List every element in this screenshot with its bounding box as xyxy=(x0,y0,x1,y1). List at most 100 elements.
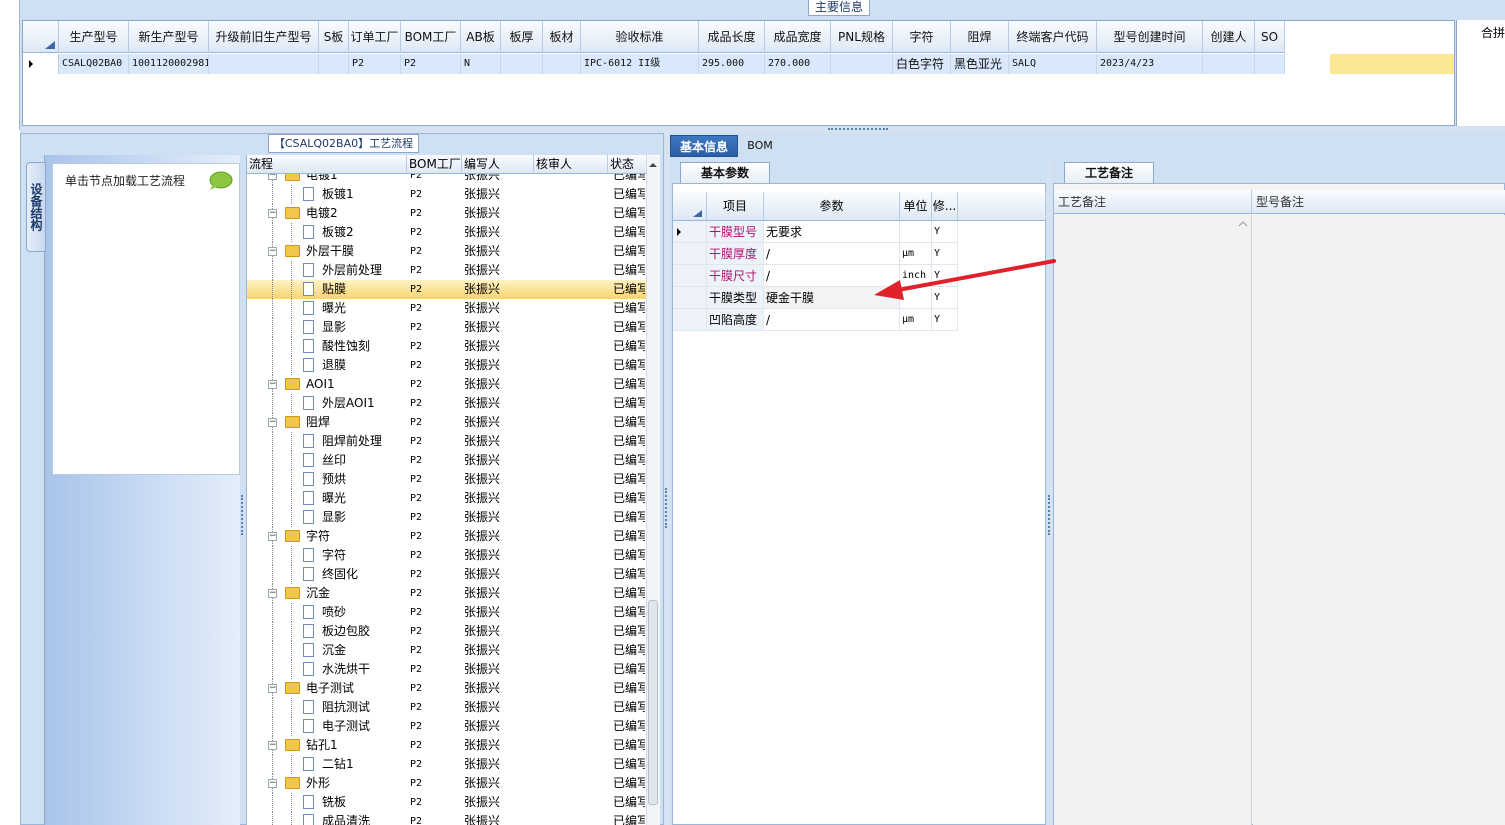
grid-cell[interactable] xyxy=(1203,54,1255,74)
flow-tab[interactable]: 【CSALQ02BA0】工艺流程 xyxy=(268,134,419,153)
param-col-header[interactable]: 参数 xyxy=(764,192,900,221)
col-header[interactable]: 生产型号 xyxy=(59,21,129,53)
col-header[interactable]: 验收标准 xyxy=(581,21,699,53)
process-notes-body[interactable] xyxy=(1054,215,1252,825)
collapse-icon[interactable]: − xyxy=(268,684,277,693)
col-header[interactable]: 成品长度 xyxy=(699,21,765,53)
col-header[interactable]: SO xyxy=(1255,21,1285,53)
col-header[interactable]: AB板 xyxy=(461,21,501,53)
tree-node[interactable]: − 电子测试 P2 张振兴 已编写 xyxy=(247,679,647,698)
grid-cell[interactable] xyxy=(1255,54,1285,74)
col-header[interactable]: 阻焊 xyxy=(951,21,1009,53)
row-indicator[interactable] xyxy=(23,54,59,74)
tree-node[interactable]: − 电镀1 P2 张振兴 已编写 xyxy=(247,174,647,185)
tab-basic-info[interactable]: 基本信息 xyxy=(670,135,738,157)
grid-cell[interactable]: P2 xyxy=(349,54,401,74)
process-notes-header[interactable]: 工艺备注 xyxy=(1054,190,1252,214)
tree-node[interactable]: 二钻1 P2 张振兴 已编写 xyxy=(247,755,647,774)
tree-node[interactable]: 酸性蚀刻 P2 张振兴 已编写 xyxy=(247,337,647,356)
param-row-indicator[interactable] xyxy=(673,287,707,309)
structure-tab[interactable]: 设备结构 xyxy=(26,162,46,252)
tree-node[interactable]: 曝光 P2 张振兴 已编写 xyxy=(247,489,647,508)
tree-node[interactable]: 预烘 P2 张振兴 已编写 xyxy=(247,470,647,489)
tree-col-header[interactable]: 编写人 xyxy=(462,155,534,174)
collapse-icon[interactable]: − xyxy=(268,380,277,389)
tree-col-header[interactable]: 状态 xyxy=(608,155,647,174)
scroll-up-icon[interactable] xyxy=(647,159,659,171)
left-grip[interactable] xyxy=(241,495,244,535)
tree-node[interactable]: 外层前处理 P2 张振兴 已编写 xyxy=(247,261,647,280)
tree-node[interactable]: 铣板 P2 张振兴 已编写 xyxy=(247,793,647,812)
param-col-header[interactable]: 单位 xyxy=(900,192,932,221)
collapse-icon[interactable]: − xyxy=(268,589,277,598)
param-col-header[interactable]: 项目 xyxy=(707,192,764,221)
param-row-indicator[interactable] xyxy=(673,243,707,265)
param-row-indicator[interactable] xyxy=(673,221,707,243)
tree-col-header[interactable]: 流程 xyxy=(247,155,407,174)
tab-basic-params[interactable]: 基本参数 xyxy=(680,162,770,183)
collapse-icon[interactable]: − xyxy=(268,174,277,180)
param-row-indicator[interactable] xyxy=(673,265,707,287)
model-notes-header[interactable]: 型号备注 xyxy=(1252,190,1505,214)
tree-node[interactable]: 喷砂 P2 张振兴 已编写 xyxy=(247,603,647,622)
tree-node[interactable]: 终固化 P2 张振兴 已编写 xyxy=(247,565,647,584)
tree-node[interactable]: 板边包胶 P2 张振兴 已编写 xyxy=(247,622,647,641)
col-header[interactable]: BOM工厂 xyxy=(401,21,461,53)
tree-node[interactable]: 成品清洗 P2 张振兴 已编写 xyxy=(247,812,647,825)
grid-cell[interactable]: 2023/4/23 xyxy=(1097,54,1203,74)
tree-node[interactable]: − AOI1 P2 张振兴 已编写 xyxy=(247,375,647,394)
collapse-icon[interactable]: − xyxy=(268,209,277,218)
col-header[interactable]: 新生产型号 xyxy=(129,21,209,53)
grid-cell[interactable] xyxy=(209,54,319,74)
tree-node[interactable]: 阻焊前处理 P2 张振兴 已编写 xyxy=(247,432,647,451)
tree-node[interactable]: 退膜 P2 张振兴 已编写 xyxy=(247,356,647,375)
tree-node[interactable]: 丝印 P2 张振兴 已编写 xyxy=(247,451,647,470)
grid-cell[interactable]: 295.000 xyxy=(699,54,765,74)
tree-node[interactable]: 曝光 P2 张振兴 已编写 xyxy=(247,299,647,318)
collapse-icon[interactable]: − xyxy=(268,532,277,541)
tree-node[interactable]: 外层AOI1 P2 张振兴 已编写 xyxy=(247,394,647,413)
tree-node[interactable]: 水洗烘干 P2 张振兴 已编写 xyxy=(247,660,647,679)
grid-cell[interactable]: IPC-6012 II级 xyxy=(581,54,699,74)
grid-cell[interactable]: SALQ xyxy=(1009,54,1097,74)
tab-process-notes[interactable]: 工艺备注 xyxy=(1064,162,1154,183)
grid-cell[interactable]: 270.000 xyxy=(765,54,831,74)
tree-col-header[interactable]: 核审人 xyxy=(534,155,608,174)
col-header[interactable]: 订单工厂 xyxy=(349,21,401,53)
grid-cell[interactable]: P2 xyxy=(401,54,461,74)
grid-cell[interactable] xyxy=(319,54,349,74)
collapse-icon[interactable]: − xyxy=(268,779,277,788)
col-header[interactable]: 板厚 xyxy=(501,21,543,53)
tree-node[interactable]: − 字符 P2 张振兴 已编写 xyxy=(247,527,647,546)
collapse-icon[interactable]: − xyxy=(268,741,277,750)
tree-node[interactable]: 电子测试 P2 张振兴 已编写 xyxy=(247,717,647,736)
tree-scroll-thumb[interactable] xyxy=(648,600,658,805)
params-corner[interactable] xyxy=(673,192,707,221)
scroll-up-icon[interactable] xyxy=(1237,219,1249,229)
tree-node[interactable]: 显影 P2 张振兴 已编写 xyxy=(247,318,647,337)
param-cell-value[interactable]: / xyxy=(764,309,900,331)
grid-cell[interactable]: CSALQ02BA0 xyxy=(59,54,129,74)
main-info-tab[interactable]: 主要信息 xyxy=(808,0,870,16)
param-col-header[interactable]: 修... xyxy=(932,192,958,221)
tree-col-header[interactable]: BOM工厂 xyxy=(407,155,462,174)
tab-bom[interactable]: BOM xyxy=(740,135,780,157)
param-cell-value[interactable]: 无要求 xyxy=(764,221,900,243)
tree-node[interactable]: 显影 P2 张振兴 已编写 xyxy=(247,508,647,527)
grid-cell[interactable] xyxy=(501,54,543,74)
collapse-icon[interactable]: − xyxy=(268,418,277,427)
col-header[interactable]: 字符 xyxy=(893,21,951,53)
grid-cell[interactable]: N xyxy=(461,54,501,74)
grid-corner[interactable] xyxy=(23,21,59,53)
col-header[interactable]: S板 xyxy=(319,21,349,53)
tree-node[interactable]: 板镀2 P2 张振兴 已编写 xyxy=(247,223,647,242)
grid-cell[interactable] xyxy=(543,54,581,74)
grid-cell[interactable]: 10011200029816 xyxy=(129,54,209,74)
tree-node[interactable]: − 钻孔1 P2 张振兴 已编写 xyxy=(247,736,647,755)
col-header[interactable]: 升级前旧生产型号 xyxy=(209,21,319,53)
col-header[interactable]: PNL规格 xyxy=(831,21,893,53)
tree-node[interactable]: − 阻焊 P2 张振兴 已编写 xyxy=(247,413,647,432)
col-header[interactable]: 终端客户代码 xyxy=(1009,21,1097,53)
tree-node[interactable]: 沉金 P2 张振兴 已编写 xyxy=(247,641,647,660)
collapse-icon[interactable]: − xyxy=(268,247,277,256)
